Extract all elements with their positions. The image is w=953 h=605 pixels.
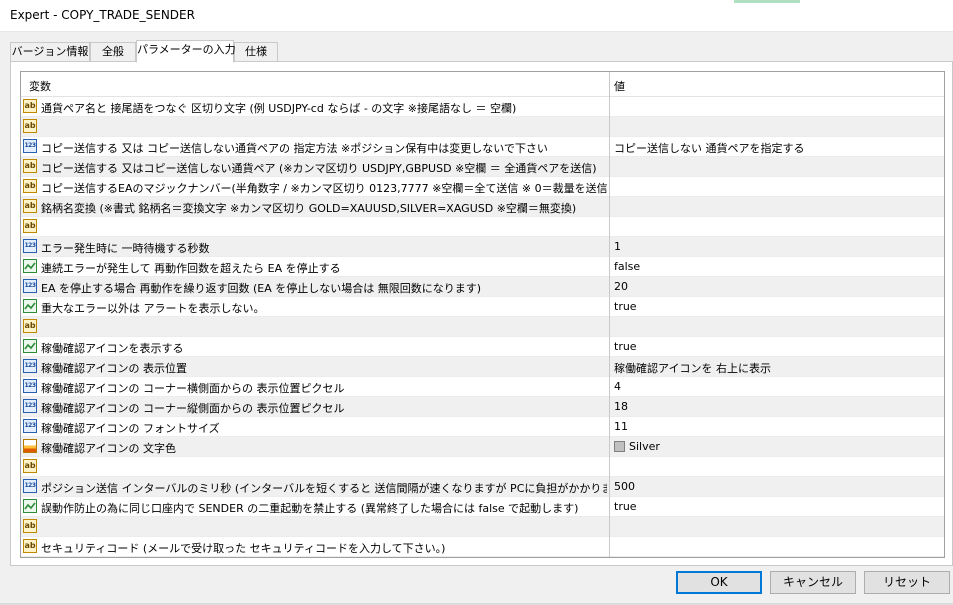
parameter-value-text: Silver: [629, 440, 660, 453]
parameter-value[interactable]: 1: [614, 240, 621, 253]
reset-button[interactable]: リセット: [864, 571, 950, 594]
parameter-row[interactable]: ab コピー送信する 又はコピー送信しない通貨ペア (※カンマ区切り USDJPY…: [21, 157, 944, 177]
parameter-row[interactable]: 稼働確認アイコンの 文字色 Silver: [21, 437, 944, 457]
parameter-name: コピー送信するEAのマジックナンバー(半角数字 / ※カンマ区切り 0123,7…: [41, 182, 607, 195]
color-swatch: [614, 441, 625, 452]
parameter-name: 稼働確認アイコンの コーナー横側面からの 表示位置ピクセル: [41, 382, 345, 395]
parameter-name: 稼働確認アイコンの フォントサイズ: [41, 422, 220, 435]
parameter-row[interactable]: 連続エラーが発生して 再動作回数を超えたら EA を停止する false: [21, 257, 944, 277]
string-type-icon: ab: [23, 99, 37, 113]
column-header-value[interactable]: 値: [614, 78, 625, 94]
parameter-row[interactable]: ab: [21, 517, 944, 537]
parameter-name: ポジション送信 インターバルのミリ秒 (インターバルを短くすると 送信間隔が速く…: [41, 482, 607, 495]
parameter-row[interactable]: 123 稼働確認アイコンの コーナー縦側面からの 表示位置ピクセル 18: [21, 397, 944, 417]
parameter-row[interactable]: 123 稼働確認アイコンの 表示位置 稼働確認アイコンを 右上に表示: [21, 357, 944, 377]
parameter-row[interactable]: 123 稼働確認アイコンの フォントサイズ 11: [21, 417, 944, 437]
parameter-row[interactable]: ab セキュリティコード (メールで受け取った セキュリティコードを入力して下さい…: [21, 537, 944, 557]
parameter-name: エラー発生時に 一時待機する秒数: [41, 242, 210, 255]
parameter-value[interactable]: 4: [614, 380, 621, 393]
tab-version-info[interactable]: バージョン情報: [10, 42, 90, 62]
boolean-type-icon: [23, 339, 37, 353]
string-type-icon: ab: [23, 119, 37, 133]
parameter-value[interactable]: 11: [614, 420, 628, 433]
parameter-row[interactable]: ab: [21, 217, 944, 237]
title-bar: Expert - COPY_TRADE_SENDER: [0, 0, 953, 32]
parameter-value[interactable]: コピー送信しない 通貨ペアを指定する: [614, 140, 805, 156]
parameter-value[interactable]: 18: [614, 400, 628, 413]
parameter-name: 稼働確認アイコンの 文字色: [41, 442, 176, 455]
string-type-icon: ab: [23, 159, 37, 173]
title-accent: [734, 0, 800, 3]
parameter-name: 誤動作防止の為に同じ口座内で SENDER の二重起動を禁止する (異常終了した…: [41, 502, 579, 515]
string-type-icon: ab: [23, 219, 37, 233]
parameter-row[interactable]: ab 銘柄名変換 (※書式 銘柄名＝変換文字 ※カンマ区切り GOLD=XAUUS…: [21, 197, 944, 217]
parameter-name: 稼働確認アイコンを表示する: [41, 342, 184, 355]
parameter-name: 稼働確認アイコンの コーナー縦側面からの 表示位置ピクセル: [41, 402, 345, 415]
column-separator[interactable]: [609, 72, 610, 557]
string-type-icon: ab: [23, 519, 37, 533]
parameter-row[interactable]: ab: [21, 317, 944, 337]
grid-header: 変数 値: [21, 72, 944, 97]
boolean-type-icon: [23, 499, 37, 513]
integer-type-icon: 123: [23, 379, 37, 393]
parameter-row[interactable]: 稼働確認アイコンを表示する true: [21, 337, 944, 357]
parameter-rows: ab 通貨ペア名と 接尾語をつなぐ 区切り文字 (例 USDJPY-cd ならば …: [21, 97, 944, 557]
integer-type-icon: 123: [23, 479, 37, 493]
parameter-row[interactable]: 123 EA を停止する場合 再動作を繰り返す回数 (EA を停止しない場合は 無…: [21, 277, 944, 297]
parameter-value[interactable]: true: [614, 500, 637, 513]
parameter-row[interactable]: ab コピー送信するEAのマジックナンバー(半角数字 / ※カンマ区切り 0123…: [21, 177, 944, 197]
string-type-icon: ab: [23, 179, 37, 193]
boolean-type-icon: [23, 259, 37, 273]
parameter-row[interactable]: ab: [21, 457, 944, 477]
parameter-value[interactable]: 20: [614, 280, 628, 293]
parameter-row[interactable]: 誤動作防止の為に同じ口座内で SENDER の二重起動を禁止する (異常終了した…: [21, 497, 944, 517]
parameter-name: セキュリティコード (メールで受け取った セキュリティコードを入力して下さい。): [41, 542, 446, 555]
string-type-icon: ab: [23, 199, 37, 213]
cancel-button[interactable]: キャンセル: [770, 571, 856, 594]
boolean-type-icon: [23, 299, 37, 313]
string-type-icon: ab: [23, 459, 37, 473]
integer-type-icon: 123: [23, 139, 37, 153]
parameter-value[interactable]: Silver: [614, 440, 660, 453]
tab-specification[interactable]: 仕様: [234, 42, 278, 62]
parameter-name: EA を停止する場合 再動作を繰り返す回数 (EA を停止しない場合は 無限回数…: [41, 282, 482, 295]
integer-type-icon: 123: [23, 419, 37, 433]
parameter-row[interactable]: 123 コピー送信する 又は コピー送信しない通貨ペアの 指定方法 ※ポジション保…: [21, 137, 944, 157]
parameter-row[interactable]: ab 通貨ペア名と 接尾語をつなぐ 区切り文字 (例 USDJPY-cd ならば …: [21, 97, 944, 117]
color-type-icon: [23, 439, 37, 453]
parameters-grid: 変数 値 ab 通貨ペア名と 接尾語をつなぐ 区切り文字 (例 USDJPY-cd…: [20, 71, 945, 558]
parameter-value[interactable]: 稼働確認アイコンを 右上に表示: [614, 360, 771, 376]
integer-type-icon: 123: [23, 239, 37, 253]
parameter-name: 連続エラーが発生して 再動作回数を超えたら EA を停止する: [41, 262, 341, 275]
integer-type-icon: 123: [23, 279, 37, 293]
parameter-name: 銘柄名変換 (※書式 銘柄名＝変換文字 ※カンマ区切り GOLD=XAUUSD,…: [41, 202, 577, 215]
string-type-icon: ab: [23, 319, 37, 333]
parameter-name: コピー送信する 又はコピー送信しない通貨ペア (※カンマ区切り USDJPY,G…: [41, 162, 597, 175]
parameter-value[interactable]: true: [614, 300, 637, 313]
parameter-row[interactable]: 123 ポジション送信 インターバルのミリ秒 (インターバルを短くすると 送信間隔…: [21, 477, 944, 497]
integer-type-icon: 123: [23, 399, 37, 413]
parameter-name: 重大なエラー以外は アラートを表示しない。: [41, 302, 265, 315]
parameter-row[interactable]: 123 稼働確認アイコンの コーナー横側面からの 表示位置ピクセル 4: [21, 377, 944, 397]
parameter-name: 通貨ペア名と 接尾語をつなぐ 区切り文字 (例 USDJPY-cd ならば - …: [41, 102, 517, 115]
parameter-name: 稼働確認アイコンの 表示位置: [41, 362, 187, 375]
ok-button[interactable]: OK: [676, 571, 762, 594]
tab-general[interactable]: 全般: [90, 42, 136, 62]
parameter-row[interactable]: 123 エラー発生時に 一時待機する秒数 1: [21, 237, 944, 257]
integer-type-icon: 123: [23, 359, 37, 373]
column-header-variable[interactable]: 変数: [29, 78, 51, 94]
tab-input-parameters[interactable]: パラメーターの入力: [136, 40, 236, 63]
parameter-row[interactable]: ab: [21, 117, 944, 137]
parameter-value[interactable]: true: [614, 340, 637, 353]
parameter-value[interactable]: false: [614, 260, 640, 273]
parameter-row[interactable]: 重大なエラー以外は アラートを表示しない。 true: [21, 297, 944, 317]
parameter-name: コピー送信する 又は コピー送信しない通貨ペアの 指定方法 ※ポジション保有中は…: [41, 142, 548, 155]
window-title: Expert - COPY_TRADE_SENDER: [10, 8, 195, 22]
string-type-icon: ab: [23, 539, 37, 553]
parameter-value[interactable]: 500: [614, 480, 635, 493]
